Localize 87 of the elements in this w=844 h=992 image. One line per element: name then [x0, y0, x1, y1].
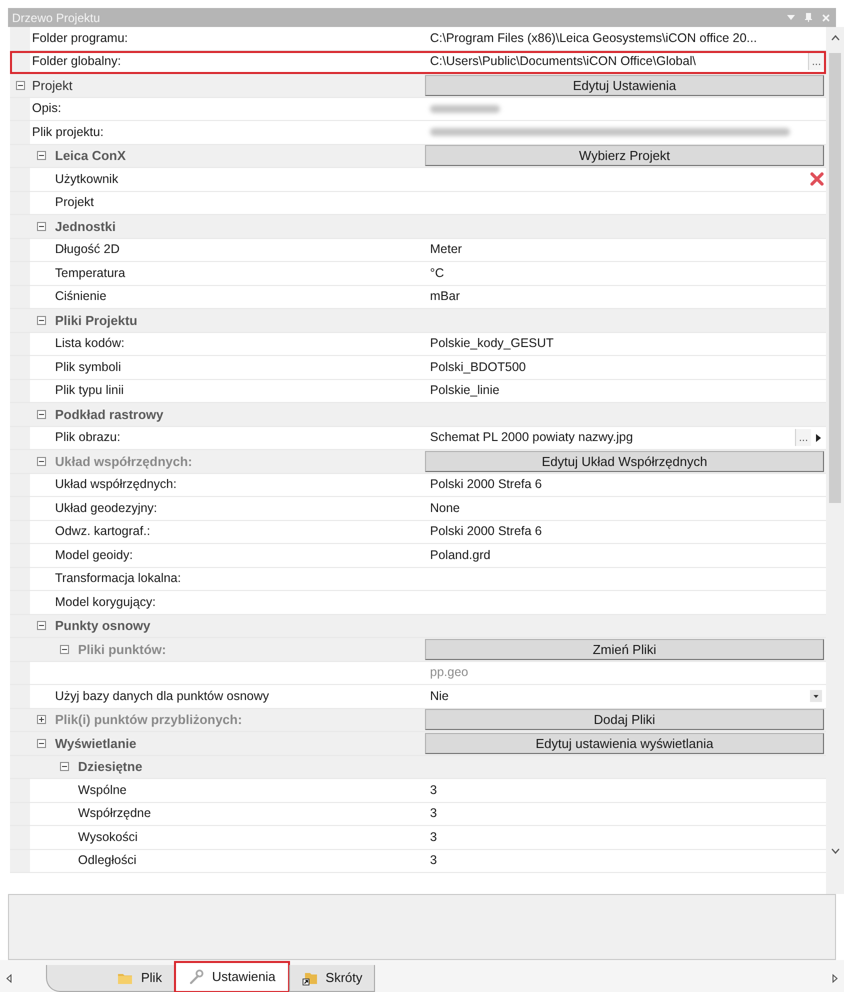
property-label: Plik obrazu:: [54, 429, 120, 446]
collapse-icon[interactable]: [60, 644, 69, 654]
property-value: °C: [430, 264, 444, 282]
collapse-icon[interactable]: [37, 621, 46, 630]
category-label: Podkład rastrowy: [54, 406, 164, 424]
scroll-right-icon[interactable]: [832, 974, 838, 983]
property-value: Polski 2000 Strefa 6: [430, 523, 542, 540]
category-label: Układ współrzędnych:: [54, 452, 192, 471]
property-label: Plik typu linii: [54, 382, 124, 400]
browse-button[interactable]: ...: [794, 429, 811, 446]
collapse-icon[interactable]: [37, 410, 46, 419]
property-label: Ciśnienie: [54, 288, 106, 306]
category-label: Pliki Projektu: [54, 312, 138, 330]
property-label: Wspólne: [77, 782, 127, 799]
collapse-icon[interactable]: [37, 456, 46, 466]
edit-button[interactable]: Edytuj Układ Współrzędnych: [425, 450, 824, 472]
property-label: Model korygujący:: [54, 594, 156, 611]
category-label: Plik(i) punktów przybliżonych:: [54, 711, 242, 729]
property-value: Polski 2000 Strefa 6: [430, 476, 542, 494]
property-value: 3: [430, 828, 437, 846]
collapse-icon[interactable]: [37, 222, 46, 231]
property-label: Wysokości: [77, 828, 138, 846]
collapse-icon[interactable]: [16, 80, 24, 90]
category-label: Punkty osnowy: [54, 617, 150, 635]
property-label: Projekt: [54, 194, 94, 212]
category-label: Projekt: [31, 76, 72, 95]
category-label: Pliki punktów:: [77, 640, 166, 659]
expand-arrow-icon[interactable]: [816, 434, 821, 442]
category-label: Leica ConX: [54, 147, 126, 165]
folder-shortcut-icon: [302, 970, 318, 986]
property-value: pp.geo: [430, 664, 468, 682]
property-value: Polskie_kody_GESUT: [430, 335, 554, 352]
property-value: None: [430, 500, 460, 517]
property-label: Folder globalny:: [31, 53, 121, 70]
property-label: Układ współrzędnych:: [54, 476, 177, 494]
property-label: Opis:: [31, 100, 62, 118]
property-label: Układ geodezyjny:: [54, 500, 158, 517]
category-label: Jednostki: [54, 218, 116, 236]
clear-icon[interactable]: [810, 172, 824, 186]
tab[interactable]: Plik: [46, 965, 175, 992]
panel-title: Drzewo Projektu: [12, 10, 100, 26]
property-label: Użyj bazy danych dla punktów osnowy: [54, 688, 270, 705]
edit-button[interactable]: Edytuj Ustawienia: [425, 74, 824, 96]
browse-button[interactable]: ...: [808, 53, 824, 70]
property-label: Długość 2D: [54, 241, 120, 258]
property-label: Użytkownik: [54, 170, 118, 188]
category-label: Wyświetlanie: [54, 734, 136, 753]
property-value: 3: [430, 805, 437, 822]
property-value: C:\Program Files (x86)\Leica Geosystems\iCON office 20...: [430, 30, 757, 47]
property-value: 3: [430, 852, 437, 870]
edit-button[interactable]: Zmień Pliki: [425, 638, 824, 660]
property-label: Odległości: [77, 852, 136, 870]
property-value: Meter: [430, 241, 462, 258]
blurred-value: [430, 104, 500, 113]
property-value: C:\Users\Public\Documents\iCON Office\Global\: [430, 53, 696, 70]
property-label: Folder programu:: [31, 30, 128, 47]
property-label: Lista kodów:: [54, 335, 124, 352]
property-label: Plik projektu:: [31, 124, 104, 141]
scroll-down-icon[interactable]: [830, 848, 840, 854]
edit-button[interactable]: Dodaj Pliki: [425, 709, 824, 730]
property-label: Temperatura: [54, 264, 126, 282]
property-label: Model geoidy:: [54, 546, 133, 564]
property-value: mBar: [430, 288, 460, 306]
scrollbar[interactable]: [826, 27, 844, 894]
category-label: Dziesiętne: [77, 758, 142, 776]
scroll-up-icon[interactable]: [830, 35, 840, 41]
property-label: Odwz. kartograf.:: [54, 523, 150, 540]
edit-button[interactable]: Wybierz Projekt: [425, 145, 824, 166]
tab[interactable]: Ustawienia: [174, 962, 289, 992]
collapse-icon[interactable]: [37, 151, 46, 160]
collapse-icon[interactable]: [37, 316, 46, 325]
edit-button[interactable]: Edytuj ustawienia wyświetlania: [425, 732, 824, 754]
property-value: 3: [430, 782, 437, 799]
scrollbar-thumb[interactable]: [829, 53, 841, 503]
scroll-left-icon[interactable]: [6, 974, 12, 983]
tab[interactable]: Skróty: [288, 965, 376, 992]
property-value: Polskie_linie: [430, 382, 500, 400]
collapse-icon[interactable]: [37, 738, 46, 748]
property-value[interactable]: Nie: [430, 686, 449, 706]
property-value: Polski_BDOT500: [430, 358, 526, 376]
property-label: Plik symboli: [54, 358, 121, 376]
collapse-icon[interactable]: [60, 762, 69, 772]
property-label: Transformacja lokalna:: [54, 570, 181, 588]
expand-icon[interactable]: [37, 715, 46, 724]
property-value: Schemat PL 2000 powiaty nazwy.jpg: [430, 429, 633, 446]
property-label: Współrzędne: [77, 805, 151, 822]
property-value: Poland.grd: [430, 546, 490, 564]
